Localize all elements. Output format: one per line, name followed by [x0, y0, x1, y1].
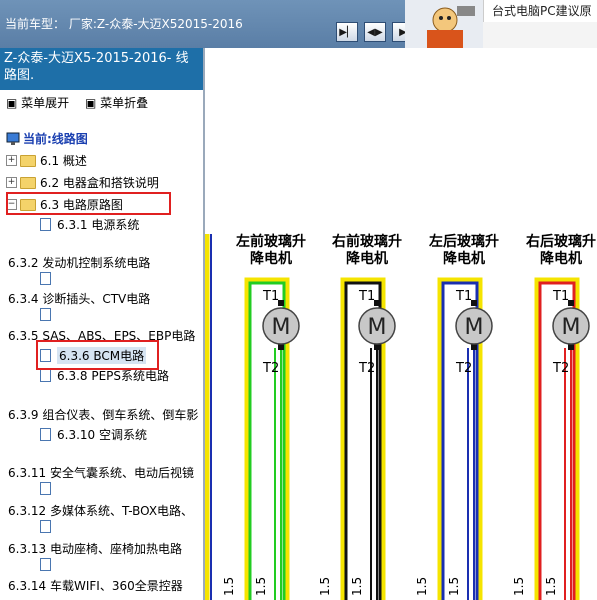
tree-item-label: 6.3.11 安全气囊系统、电动后视镜	[8, 466, 194, 480]
terminal-t1	[374, 300, 380, 306]
wire-gauge-label: 1.5	[544, 577, 558, 596]
prev-page-button[interactable]: ▶▏	[336, 22, 358, 42]
tree-item-doc[interactable]	[40, 308, 57, 321]
terminal-t2-label: T2	[262, 361, 279, 376]
tree-item-label: 6.3.14 车载WIFI、360全景控器	[8, 579, 183, 593]
menu-controls: ▣ 菜单展开 ▣ 菜单折叠	[6, 94, 160, 111]
tree-item-6-3-1[interactable]: 6.3.1 电源系统	[40, 216, 139, 233]
menu-collapse-label: 菜单折叠	[100, 96, 149, 110]
menu-collapse-button[interactable]: ▣ 菜单折叠	[85, 96, 154, 110]
tree-item-label: 6.2 电器盒和搭铁说明	[40, 176, 159, 190]
motor-label: 左前玻璃升降电机	[235, 233, 306, 267]
tree-item-6-3-4[interactable]: 6.3.4 诊断插头、CTV电路	[8, 290, 150, 307]
tree-root[interactable]: 当前:线路图	[6, 130, 88, 147]
tree-item-label: 6.3.9 组合仪表、倒车系统、倒车影	[8, 408, 199, 422]
terminal-t2	[471, 344, 477, 350]
tree-item-6-3-10[interactable]: 6.3.10 空调系统	[40, 426, 147, 443]
tree-item-doc[interactable]	[40, 482, 57, 495]
folder-icon	[20, 154, 36, 167]
folder-icon	[20, 176, 36, 189]
monitor-icon	[6, 132, 20, 145]
terminal-t1	[278, 300, 284, 306]
expand-icon[interactable]: +	[6, 177, 17, 188]
terminal-t2	[278, 344, 284, 350]
sidebar: Z-众泰-大迈X5-2015-2016- 线路图. ▣ 菜单展开 ▣ 菜单折叠 …	[0, 48, 205, 600]
tree-item-6-2[interactable]: + 6.2 电器盒和搭铁说明	[6, 174, 159, 191]
terminal-t2-label: T2	[455, 361, 472, 376]
brand-logo	[405, 0, 483, 48]
menu-expand-button[interactable]: ▣ 菜单展开	[6, 96, 75, 110]
ad-text: 台式电脑PC建议原	[483, 0, 597, 22]
tree-item-6-3-11[interactable]: 6.3.11 安全气囊系统、电动后视镜	[8, 464, 194, 481]
sidebar-title: Z-众泰-大迈X5-2015-2016- 线路图.	[0, 48, 203, 90]
terminal-t1	[471, 300, 477, 306]
motor-label: 右前玻璃升降电机	[331, 233, 402, 267]
terminal-t2	[568, 344, 574, 350]
document-icon	[40, 558, 51, 571]
next-page-button[interactable]: ◀▶	[364, 22, 386, 42]
tree-item-doc[interactable]	[40, 558, 57, 571]
top-bar: 当前车型： 厂家:Z-众泰-大迈X52015-2016 ▶▏ ◀▶ ▶ 台式电脑…	[0, 0, 597, 48]
terminal-t1	[568, 300, 574, 306]
highlight-box-6-3-6	[36, 340, 159, 370]
motor-label: 右后玻璃升降电机	[525, 233, 596, 267]
tree-root-label: 当前:线路图	[23, 132, 88, 146]
car-model-label: 当前车型： 厂家:Z-众泰-大迈X52015-2016	[5, 17, 243, 31]
document-icon	[40, 428, 51, 441]
document-icon	[40, 520, 51, 533]
document-icon	[40, 482, 51, 495]
tree-item-label: 6.3.2 发动机控制系统电路	[8, 256, 151, 270]
terminal-t2	[374, 344, 380, 350]
wire-gauge-label: 1.5	[254, 577, 268, 596]
tree-item-label: 6.3.13 电动座椅、座椅加热电路	[8, 542, 182, 556]
expand-icon[interactable]: +	[6, 155, 17, 166]
tree-item-label: 6.3.1 电源系统	[57, 218, 140, 232]
terminal-t2-label: T2	[552, 361, 569, 376]
diagram-canvas: 左前玻璃升降电机 T1 T2 M 1.5 1.5 右前玻璃升降电机 T1 T2 M 1.5 1.5 左后…	[205, 233, 596, 600]
tree-item-6-3-9[interactable]: 6.3.9 组合仪表、倒车系统、倒车影	[8, 406, 198, 423]
ad-area	[483, 22, 597, 48]
tree-item-doc[interactable]	[40, 520, 57, 533]
terminal-t1-label: T1	[455, 289, 472, 304]
terminal-t1-label: T1	[358, 289, 375, 304]
document-icon	[40, 308, 51, 321]
wire-gauge-label: 1.5	[318, 577, 332, 596]
tree-item-label: 6.3.10 空调系统	[57, 428, 147, 442]
menu-expand-label: 菜单展开	[21, 96, 70, 110]
wire-gauge-label: 1.5	[350, 577, 364, 596]
document-icon	[40, 272, 51, 285]
tree-item-label: 6.1 概述	[40, 154, 87, 168]
wire-gauge-label: 1.5	[512, 577, 526, 596]
wire-gauge-label: 1.5	[415, 577, 429, 596]
motor-glyph: M	[465, 315, 484, 340]
tree-item-6-3-13[interactable]: 6.3.13 电动座椅、座椅加热电路	[8, 540, 182, 557]
tree-item-6-3-2[interactable]: 6.3.2 发动机控制系统电路	[8, 254, 150, 271]
motor-glyph: M	[562, 315, 581, 340]
terminal-t2-label: T2	[358, 361, 375, 376]
wiring-diagram: 左前玻璃升降电机 T1 T2 M 1.5 1.5 右前玻璃升降电机 T1 T2 M 1.5 1.5 左后…	[205, 48, 597, 600]
motor-glyph: M	[272, 315, 291, 340]
tree-item-6-3-12[interactable]: 6.3.12 多媒体系统、T-BOX电路、	[8, 502, 193, 519]
tree-item-6-3-14[interactable]: 6.3.14 车载WIFI、360全景控器	[8, 577, 183, 594]
wire-gauge-label: 1.5	[447, 577, 461, 596]
terminal-t1-label: T1	[552, 289, 569, 304]
motor-glyph: M	[368, 315, 387, 340]
highlight-box-6-3	[6, 192, 171, 215]
motor-label: 左后玻璃升降电机	[428, 233, 499, 267]
terminal-t1-label: T1	[262, 289, 279, 304]
tree-item-6-1[interactable]: + 6.1 概述	[6, 152, 87, 169]
document-icon	[40, 218, 51, 231]
document-icon	[40, 369, 51, 382]
tree-item-label: 6.3.12 多媒体系统、T-BOX电路、	[8, 504, 194, 518]
wire-gauge-label: 1.5	[222, 577, 236, 596]
tree-item-doc[interactable]	[40, 272, 57, 285]
tree-item-label: 6.3.4 诊断插头、CTV电路	[8, 292, 151, 306]
